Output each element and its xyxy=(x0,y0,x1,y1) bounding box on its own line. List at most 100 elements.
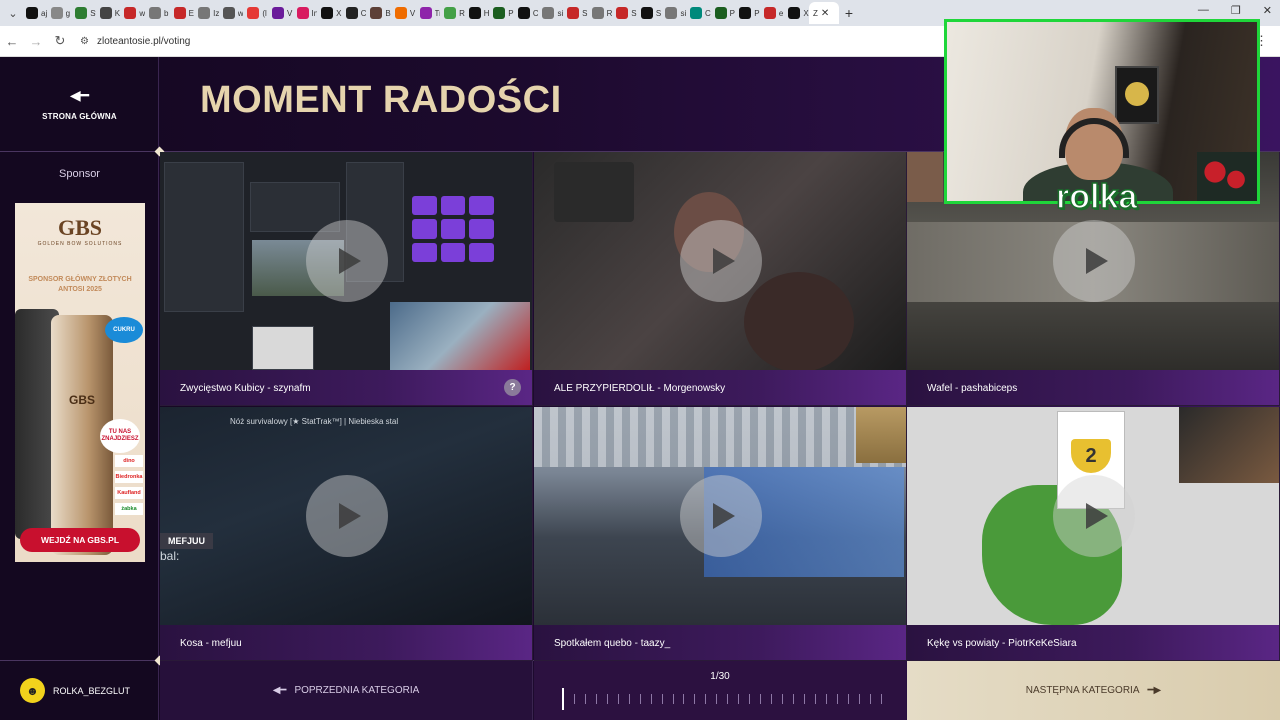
site-info-icon[interactable]: ⚙ xyxy=(80,36,89,47)
browser-tab[interactable]: P xyxy=(735,2,760,24)
pager-tick[interactable] xyxy=(869,694,871,704)
close-window-icon[interactable]: ✕ xyxy=(1263,4,1272,17)
pager-tick[interactable] xyxy=(617,694,619,704)
browser-tab[interactable]: si xyxy=(661,2,686,24)
minimize-icon[interactable]: — xyxy=(1198,4,1209,17)
browser-tab[interactable]: Iz xyxy=(194,2,219,24)
pager-tick[interactable] xyxy=(606,694,608,704)
pager-tick[interactable] xyxy=(825,694,827,704)
browser-tab[interactable]: H xyxy=(465,2,489,24)
home-button[interactable]: ◀━ STRONA GŁÓWNA xyxy=(0,57,159,151)
play-icon[interactable] xyxy=(680,220,762,302)
browser-tab[interactable]: C xyxy=(686,2,711,24)
close-tab-icon[interactable]: ✕ xyxy=(821,8,829,19)
clip-card[interactable]: ALE PRZYPIERDOLIŁ - Morgenowsky xyxy=(534,152,907,406)
browser-tab[interactable]: E xyxy=(170,2,195,24)
browser-tab[interactable]: aj xyxy=(22,2,47,24)
browser-tab[interactable]: g xyxy=(47,2,72,24)
clip-card[interactable]: Spotkałem quebo - taazy_ xyxy=(534,407,907,661)
browser-tab[interactable]: si xyxy=(538,2,563,24)
pager-tick[interactable] xyxy=(672,694,674,704)
browser-tab[interactable]: K xyxy=(96,2,121,24)
pager-tick[interactable] xyxy=(782,694,784,704)
pager-tick[interactable] xyxy=(847,694,849,704)
browser-tab[interactable]: b xyxy=(145,2,170,24)
browser-tab[interactable]: V xyxy=(391,2,416,24)
pager-tick[interactable] xyxy=(814,694,816,704)
clip-card[interactable]: Zwycięstwo Kubicy - szynafm ? xyxy=(160,152,533,406)
pager-tick[interactable] xyxy=(595,694,597,704)
play-icon[interactable] xyxy=(306,220,388,302)
sponsor-ad[interactable]: GBS GOLDEN BOW SOLUTIONS SPONSOR GŁÓWNY … xyxy=(15,203,145,562)
clips-grid: Zwycięstwo Kubicy - szynafm ? ALE PRZYPI… xyxy=(160,152,1280,661)
browser-tab[interactable]: w xyxy=(120,2,145,24)
play-icon[interactable] xyxy=(306,475,388,557)
thumb-monitor xyxy=(554,162,634,222)
reload-icon[interactable]: ↻ xyxy=(48,33,72,49)
pager-tick[interactable] xyxy=(705,694,707,704)
pager-tick[interactable] xyxy=(562,688,564,710)
browser-tab[interactable]: X xyxy=(784,2,809,24)
pager-ticks[interactable] xyxy=(562,688,882,710)
pager-tick[interactable] xyxy=(771,694,773,704)
browser-tab[interactable]: C xyxy=(342,2,366,24)
new-tab-icon[interactable]: + xyxy=(839,5,859,21)
back-icon[interactable]: ← xyxy=(0,34,24,49)
browser-tab[interactable]: R xyxy=(440,2,465,24)
help-icon[interactable]: ? xyxy=(504,379,521,396)
forward-icon[interactable]: → xyxy=(24,34,48,49)
pager-tick[interactable] xyxy=(584,694,586,704)
browser-tab[interactable]: C xyxy=(514,2,538,24)
pager-tick[interactable] xyxy=(749,694,751,704)
browser-tab[interactable]: B xyxy=(366,2,391,24)
sponsor-label: Sponsor xyxy=(59,168,100,180)
browser-tab[interactable]: S xyxy=(612,2,637,24)
pager-tick[interactable] xyxy=(836,694,838,704)
browser-tab[interactable]: R xyxy=(588,2,612,24)
browser-tab[interactable]: St xyxy=(71,2,96,24)
pager-tick[interactable] xyxy=(716,694,718,704)
clip-card[interactable]: 2 Kękę vs powiaty - PiotrKeKeSiara xyxy=(907,407,1280,661)
restore-icon[interactable]: ❐ xyxy=(1231,4,1241,17)
pager-tick[interactable] xyxy=(639,694,641,704)
browser-tab[interactable]: P xyxy=(489,2,514,24)
url-field[interactable]: ⚙ zloteantosie.pl/voting xyxy=(80,29,190,53)
play-icon[interactable] xyxy=(1053,475,1135,557)
play-icon[interactable] xyxy=(680,475,762,557)
pager-tick[interactable] xyxy=(727,694,729,704)
browser-tab[interactable]: P xyxy=(711,2,736,24)
pager-tick[interactable] xyxy=(738,694,740,704)
pager-tick[interactable] xyxy=(760,694,762,704)
pager-tick[interactable] xyxy=(694,694,696,704)
browser-tab[interactable]: w xyxy=(219,2,243,24)
tab-favicon-icon xyxy=(345,7,358,19)
play-icon[interactable] xyxy=(1053,220,1135,302)
pager-tick[interactable] xyxy=(661,694,663,704)
prev-category-button[interactable]: ◀━ POPRZEDNIA KATEGORIA xyxy=(160,661,533,720)
browser-tab[interactable]: (l xyxy=(243,2,268,24)
browser-tab[interactable]: V xyxy=(268,2,293,24)
user-profile[interactable]: ☻ ROLKA_BEZGLUT xyxy=(0,661,159,720)
browser-tab[interactable]: S xyxy=(563,2,588,24)
pager-tick[interactable] xyxy=(858,694,860,704)
clip-card[interactable]: Nóż survivalowy [★ StatTrak™] | Niebiesk… xyxy=(160,407,533,661)
active-tab-title: Z xyxy=(813,8,818,18)
active-tab[interactable]: Z ✕ xyxy=(809,2,839,24)
tab-search-icon[interactable]: ⌄ xyxy=(4,4,22,22)
pager-tick[interactable] xyxy=(573,694,575,704)
pager-tick[interactable] xyxy=(628,694,630,704)
next-category-button[interactable]: NASTĘPNA KATEGORIA ━▶ xyxy=(907,661,1280,720)
browser-tab[interactable]: S xyxy=(637,2,662,24)
pager-tick[interactable] xyxy=(683,694,685,704)
ad-cta-button[interactable]: WEJDŹ NA GBS.PL xyxy=(20,528,140,552)
tab-favicon-icon xyxy=(99,7,112,19)
browser-tab[interactable]: In xyxy=(293,2,317,24)
clip-title: Kękę vs powiaty - PiotrKeKeSiara xyxy=(907,625,1279,660)
pager-tick[interactable] xyxy=(803,694,805,704)
browser-tab[interactable]: e xyxy=(760,2,785,24)
pager-tick[interactable] xyxy=(793,694,795,704)
browser-tab[interactable]: Tr xyxy=(416,2,440,24)
pager-tick[interactable] xyxy=(880,694,882,704)
pager-tick[interactable] xyxy=(650,694,652,704)
browser-tab[interactable]: X xyxy=(317,2,342,24)
